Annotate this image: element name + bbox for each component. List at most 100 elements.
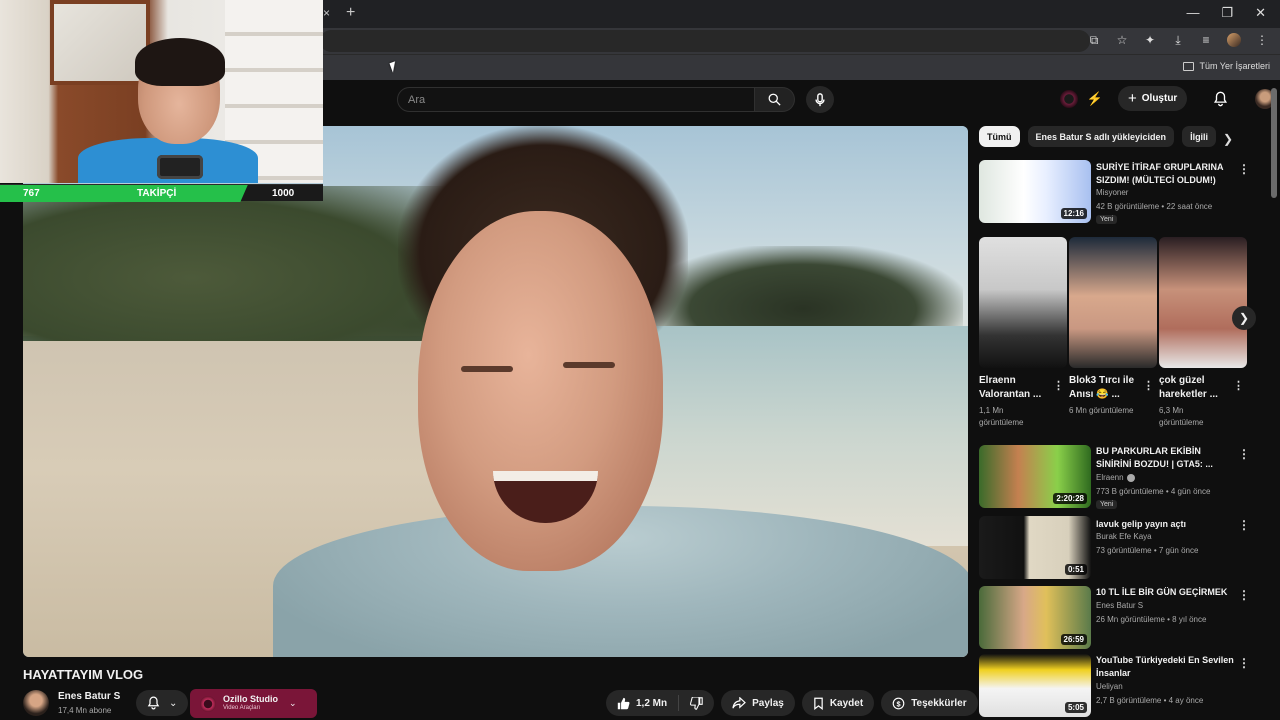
video-title: HAYATTAYIM VLOG <box>23 667 144 682</box>
shorts-shelf: Elraenn Valorantan ... 1,1 Mn görüntülem… <box>979 237 1259 437</box>
list-item[interactable]: 0:51 lavuk gelip yayın açtı Burak Efe Ka… <box>979 516 1259 582</box>
verified-icon <box>1126 473 1135 482</box>
channel-name[interactable]: Enes Batur S <box>58 691 120 702</box>
media-control-icon[interactable]: ≡ <box>1198 32 1214 48</box>
webcam-overlay <box>0 0 323 183</box>
create-button[interactable]: + Oluştur <box>1118 86 1188 111</box>
short-item[interactable]: çok güzel hareketler ... 6,3 Mn görüntül… <box>1159 237 1247 429</box>
list-item[interactable]: 26:59 10 TL İLE BİR GÜN GEÇİRMEK Enes Ba… <box>979 586 1259 652</box>
short-views: 1,1 Mn görüntüleme <box>979 406 1024 427</box>
video-title: SURİYE İTİRAF GRUPLARINA SIZDIM! (MÜLTEC… <box>1096 162 1224 185</box>
tab-close-icon[interactable]: × <box>323 6 330 20</box>
downloads-icon[interactable]: ⤓ <box>1170 32 1186 48</box>
duration-badge: 2:20:28 <box>1053 493 1087 504</box>
all-bookmarks[interactable]: Tüm Yer İşaretleri <box>1183 61 1270 71</box>
follower-goal-bar: 767 TAKİPÇİ 1000 <box>0 184 323 202</box>
page-scrollbar[interactable] <box>1271 88 1277 198</box>
folder-icon <box>1183 61 1195 71</box>
chip-all[interactable]: Tümü <box>979 126 1020 147</box>
follower-goal: 1000 <box>272 188 295 199</box>
channel-avatar[interactable] <box>23 690 49 716</box>
video-title: YouTube Türkiyedeki En Sevilen İnsanlar <box>1096 655 1234 678</box>
thumbs-down-icon <box>690 696 703 710</box>
new-badge: Yeni <box>1096 215 1118 224</box>
subscriber-count: 17,4 Mn abone <box>58 706 112 715</box>
window-controls: — ❐ ✕ <box>1186 5 1266 21</box>
video-meta: 26 Mn görüntüleme • 8 yıl önce <box>1096 615 1207 624</box>
search-icon <box>768 93 781 106</box>
sponsor-logo <box>200 695 216 712</box>
bell-icon[interactable] <box>1205 91 1235 107</box>
video-thumbnail: 26:59 <box>979 586 1091 649</box>
create-label: Oluştur <box>1141 93 1178 104</box>
search-button[interactable] <box>755 87 795 112</box>
kebab-menu-icon[interactable]: ⋮ <box>1238 518 1250 532</box>
profile-icon[interactable] <box>1226 32 1242 48</box>
bookmark-icon <box>814 697 823 710</box>
kebab-menu-icon[interactable]: ⋮ <box>1238 656 1250 670</box>
sponsor-card[interactable]: Ozillo Studio Video Araçları ⌄ <box>190 689 317 718</box>
search-input[interactable] <box>408 93 754 106</box>
extensions-icon[interactable]: ✦ <box>1142 32 1158 48</box>
video-player[interactable] <box>23 126 968 657</box>
short-views: 6,3 Mn görüntüleme <box>1159 406 1204 427</box>
share-icon <box>732 697 747 709</box>
bookmark-star-icon[interactable]: ☆ <box>1114 32 1130 48</box>
duration-badge: 12:16 <box>1060 208 1087 219</box>
duration-badge: 26:59 <box>1060 634 1087 645</box>
save-button[interactable]: Kaydet <box>801 690 875 716</box>
header-actions: ⚡ + Oluştur <box>1060 86 1276 111</box>
short-item[interactable]: Blok3 Tırcı ile Anısı 😂 ... 6 Mn görüntü… <box>1069 237 1157 417</box>
like-dislike-group: 1,2 Mn <box>606 690 715 716</box>
dislike-button[interactable] <box>679 696 714 710</box>
duration-badge: 0:51 <box>1064 564 1087 575</box>
chip-related[interactable]: İlgili <box>1182 126 1217 147</box>
bell-icon <box>147 696 159 710</box>
short-item[interactable]: Elraenn Valorantan ... 1,1 Mn görüntülem… <box>979 237 1067 429</box>
svg-text:$: $ <box>897 699 901 708</box>
kebab-menu-icon[interactable]: ⋮ <box>1053 379 1064 392</box>
list-item[interactable]: 12:16 SURİYE İTİRAF GRUPLARINA SIZDIM! (… <box>979 160 1259 230</box>
kebab-menu-icon[interactable]: ⋮ <box>1143 379 1154 392</box>
all-bookmarks-label: Tüm Yer İşaretleri <box>1199 61 1270 71</box>
search-box <box>397 87 755 112</box>
thanks-button[interactable]: $ Teşekkürler <box>881 690 978 716</box>
like-button[interactable]: 1,2 Mn <box>606 695 680 711</box>
restore-icon[interactable]: ❐ <box>1221 5 1233 21</box>
short-title: Blok3 Tırcı ile Anısı 😂 ... <box>1069 375 1135 400</box>
install-app-icon[interactable]: ⧉ <box>1086 32 1102 48</box>
video-title: 10 TL İLE BİR GÜN GEÇİRMEK <box>1096 587 1228 597</box>
minimize-icon[interactable]: — <box>1186 5 1199 21</box>
list-item[interactable]: 5:05 YouTube Türkiyedeki En Sevilen İnsa… <box>979 654 1259 718</box>
video-thumbnail: 12:16 <box>979 160 1091 223</box>
microphone <box>157 155 203 179</box>
mic-icon <box>815 92 825 106</box>
kebab-menu-icon[interactable]: ⋮ <box>1238 162 1250 176</box>
new-tab-button[interactable]: + <box>346 4 355 22</box>
screen: × + — ❐ ✕ ⧉ ☆ ✦ ⤓ ≡ ⋮ Tüm Yer İşaretleri <box>0 0 1280 720</box>
kebab-menu-icon[interactable]: ⋮ <box>1233 379 1244 392</box>
chip-from-uploader[interactable]: Enes Batur S adlı yükleyiciden <box>1027 126 1175 147</box>
save-label: Kaydet <box>829 697 864 709</box>
ring-logo-icon[interactable] <box>1060 89 1078 108</box>
chevron-down-icon: ⌄ <box>289 698 297 708</box>
channel-name: Burak Efe Kaya <box>1096 532 1152 541</box>
subscribed-notification-button[interactable]: ⌄ <box>136 690 188 716</box>
channel-name: Elraenn <box>1096 473 1135 482</box>
new-badge: Yeni <box>1096 500 1118 509</box>
lightning-icon[interactable]: ⚡ <box>1086 91 1104 107</box>
video-actions: 1,2 Mn Paylaş Kaydet $ Teşekkürler ··· <box>606 690 1011 716</box>
chevron-down-icon: ⌄ <box>168 697 178 709</box>
kebab-menu-icon[interactable]: ⋮ <box>1238 588 1250 602</box>
chevron-right-icon[interactable]: ❯ <box>1223 132 1233 146</box>
browser-menu-icon[interactable]: ⋮ <box>1254 32 1270 48</box>
video-thumbnail: 0:51 <box>979 516 1091 579</box>
chevron-right-icon[interactable]: ❯ <box>1232 306 1256 330</box>
kebab-menu-icon[interactable]: ⋮ <box>1238 447 1250 461</box>
close-window-icon[interactable]: ✕ <box>1255 5 1266 21</box>
address-bar[interactable] <box>320 30 1090 52</box>
voice-search-button[interactable] <box>806 86 834 113</box>
list-item[interactable]: 2:20:28 BU PARKURLAR EKİBİN SİNİRİNİ BOZ… <box>979 445 1259 511</box>
share-button[interactable]: Paylaş <box>721 690 795 716</box>
video-title: BU PARKURLAR EKİBİN SİNİRİNİ BOZDU! | GT… <box>1096 446 1213 469</box>
